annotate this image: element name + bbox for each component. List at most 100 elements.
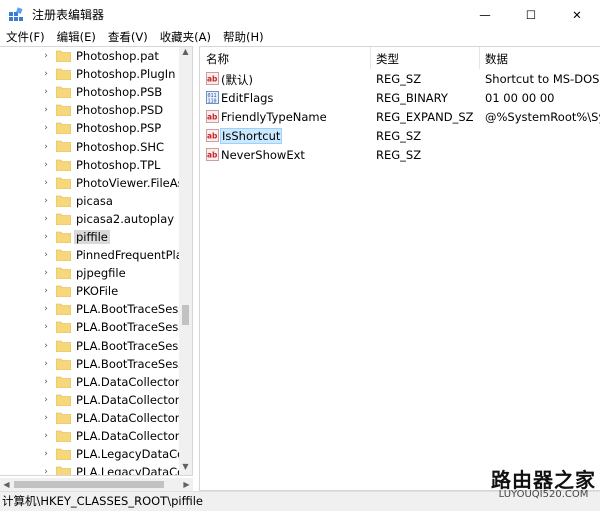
tree-item-label: PLA.BootTraceSessi	[76, 356, 179, 371]
tree-hscroll-thumb[interactable]	[14, 481, 164, 488]
tree-item[interactable]: › PKOFile	[0, 282, 179, 300]
tree-item[interactable]: › Photoshop.PlugIn	[0, 65, 179, 83]
tree-item[interactable]: › Photoshop.SHC	[0, 137, 179, 155]
expand-chevron-icon[interactable]: ›	[42, 51, 50, 61]
expand-chevron-icon[interactable]: ›	[42, 178, 50, 188]
menu-favorites[interactable]: 收藏夹(A)	[154, 29, 217, 46]
value-row[interactable]: ab NeverShowExt REG_SZ	[200, 146, 600, 165]
expand-chevron-icon[interactable]: ›	[42, 377, 50, 387]
column-divider[interactable]	[370, 47, 371, 69]
tree-item[interactable]: › piffile	[0, 228, 179, 246]
value-type: REG_SZ	[376, 72, 422, 86]
menu-help[interactable]: 帮助(H)	[217, 29, 270, 46]
expand-chevron-icon[interactable]: ›	[42, 232, 50, 242]
values-pane[interactable]: 名称 类型 数据 ab (默认) REG_SZ Shortcut to MS-DOS …	[199, 46, 600, 491]
value-row[interactable]: ab FriendlyTypeName REG_EXPAND_SZ @%SystemR…	[200, 108, 600, 127]
tree-item[interactable]: › pjpegfile	[0, 264, 179, 282]
tree-item-label: piffile	[74, 229, 110, 244]
tree-scroll-thumb[interactable]	[182, 305, 189, 325]
expand-chevron-icon[interactable]: ›	[42, 196, 50, 206]
scroll-right-icon[interactable]: ▶	[180, 478, 193, 491]
column-header: 名称 类型 数据	[200, 47, 600, 70]
status-path: 计算机\HKEY_CLASSES_ROOT\piffile	[2, 494, 203, 508]
value-row[interactable]: 011 110 EditFlags REG_BINARY 01 00 00 00	[200, 89, 600, 108]
tree-item[interactable]: › PLA.DataCollectorSe	[0, 391, 179, 409]
key-tree: › Photoshop.pat › Photoshop.PlugIn › Photosho…	[0, 47, 179, 476]
expand-chevron-icon[interactable]: ›	[42, 359, 50, 369]
value-type: REG_BINARY	[376, 91, 448, 105]
folder-icon	[56, 322, 71, 334]
tree-item[interactable]: › picasa2.autoplay	[0, 210, 179, 228]
expand-chevron-icon[interactable]: ›	[42, 69, 50, 79]
expand-chevron-icon[interactable]: ›	[42, 431, 50, 441]
value-row[interactable]: ab IsShortcut REG_SZ	[200, 127, 600, 146]
tree-item[interactable]: › Photoshop.pat	[0, 47, 179, 65]
expand-chevron-icon[interactable]: ›	[42, 160, 50, 170]
expand-chevron-icon[interactable]: ›	[42, 105, 50, 115]
tree-item[interactable]: › PLA.LegacyDataColl	[0, 445, 179, 463]
expand-chevron-icon[interactable]: ›	[42, 214, 50, 224]
string-value-icon: ab	[206, 148, 219, 161]
expand-chevron-icon[interactable]: ›	[42, 467, 50, 475]
tree-item-label: Photoshop.PSB	[76, 85, 163, 100]
tree-item[interactable]: › PinnedFrequentPlac	[0, 246, 179, 264]
tree-item[interactable]: › Photoshop.TPL	[0, 156, 179, 174]
expand-chevron-icon[interactable]: ›	[42, 395, 50, 405]
tree-item[interactable]: › PLA.BootTraceSessi	[0, 337, 179, 355]
tree-item-label: PLA.DataCollectorSe	[76, 410, 179, 425]
menu-view[interactable]: 查看(V)	[102, 29, 154, 46]
scroll-left-icon[interactable]: ◀	[0, 478, 13, 491]
expand-chevron-icon[interactable]: ›	[42, 304, 50, 314]
column-data-header[interactable]: 数据	[485, 51, 508, 67]
minimize-button[interactable]: —	[462, 0, 508, 29]
expand-chevron-icon[interactable]: ›	[42, 268, 50, 278]
tree-item[interactable]: › PLA.DataCollectorSe	[0, 373, 179, 391]
expand-chevron-icon[interactable]: ›	[42, 250, 50, 260]
folder-icon	[56, 104, 71, 117]
column-divider[interactable]	[479, 47, 480, 69]
tree-item[interactable]: › PLA.LegacyDataColl	[0, 463, 179, 476]
value-type: REG_EXPAND_SZ	[376, 110, 474, 124]
menu-edit[interactable]: 编辑(E)	[51, 29, 102, 46]
window-title: 注册表编辑器	[32, 8, 105, 22]
string-value-icon: ab	[206, 110, 219, 123]
expand-chevron-icon[interactable]: ›	[42, 322, 50, 332]
tree-item[interactable]: › PLA.BootTraceSessi	[0, 355, 179, 373]
expand-chevron-icon[interactable]: ›	[42, 341, 50, 351]
tree-item-label: pjpegfile	[76, 266, 126, 281]
expand-chevron-icon[interactable]: ›	[42, 286, 50, 296]
expand-chevron-icon[interactable]: ›	[42, 123, 50, 133]
value-row[interactable]: ab (默认) REG_SZ Shortcut to MS-DOS P	[200, 70, 600, 89]
tree-item[interactable]: › Photoshop.PSB	[0, 83, 179, 101]
maximize-button[interactable]: ☐	[508, 0, 554, 29]
tree-vertical-scrollbar[interactable]: ▲ ▼	[179, 47, 192, 475]
column-type-header[interactable]: 类型	[376, 51, 399, 67]
folder-icon	[56, 448, 71, 461]
tree-item[interactable]: › PLA.BootTraceSessi	[0, 300, 179, 318]
title-bar: 注册表编辑器 — ☐ ✕	[0, 0, 600, 30]
tree-horizontal-scrollbar[interactable]: ◀ ▶	[0, 478, 193, 491]
expand-chevron-icon[interactable]: ›	[42, 87, 50, 97]
scroll-down-icon[interactable]: ▼	[179, 462, 192, 475]
scroll-up-icon[interactable]: ▲	[179, 47, 192, 60]
expand-chevron-icon[interactable]: ›	[42, 413, 50, 423]
tree-item[interactable]: › PLA.DataCollectorSe	[0, 409, 179, 427]
tree-item[interactable]: › PLA.DataCollectorSe	[0, 427, 179, 445]
expand-chevron-icon[interactable]: ›	[42, 449, 50, 459]
tree-item[interactable]: › PLA.BootTraceSessi	[0, 318, 179, 336]
expand-chevron-icon[interactable]: ›	[42, 142, 50, 152]
menu-file[interactable]: 文件(F)	[0, 29, 51, 46]
tree-item[interactable]: › Photoshop.PSP	[0, 119, 179, 137]
tree-item-label: PLA.LegacyDataColl	[76, 465, 179, 476]
tree-item[interactable]: › Photoshop.PSD	[0, 101, 179, 119]
site-watermark: 路由器之家 LUYOUQI520.COM	[491, 470, 596, 500]
key-tree-pane[interactable]: › Photoshop.pat › Photoshop.PlugIn › Photosho…	[0, 46, 193, 476]
tree-item[interactable]: › PhotoViewer.FileAss	[0, 174, 179, 192]
svg-text:ab: ab	[207, 75, 218, 84]
binary-value-icon: 011110	[206, 91, 219, 104]
tree-item[interactable]: › picasa	[0, 192, 179, 210]
tree-item-label: PLA.DataCollectorSe	[76, 429, 179, 444]
tree-item-label: PLA.DataCollectorSe	[76, 392, 179, 407]
column-name-header[interactable]: 名称	[206, 51, 229, 67]
close-button[interactable]: ✕	[554, 0, 600, 29]
